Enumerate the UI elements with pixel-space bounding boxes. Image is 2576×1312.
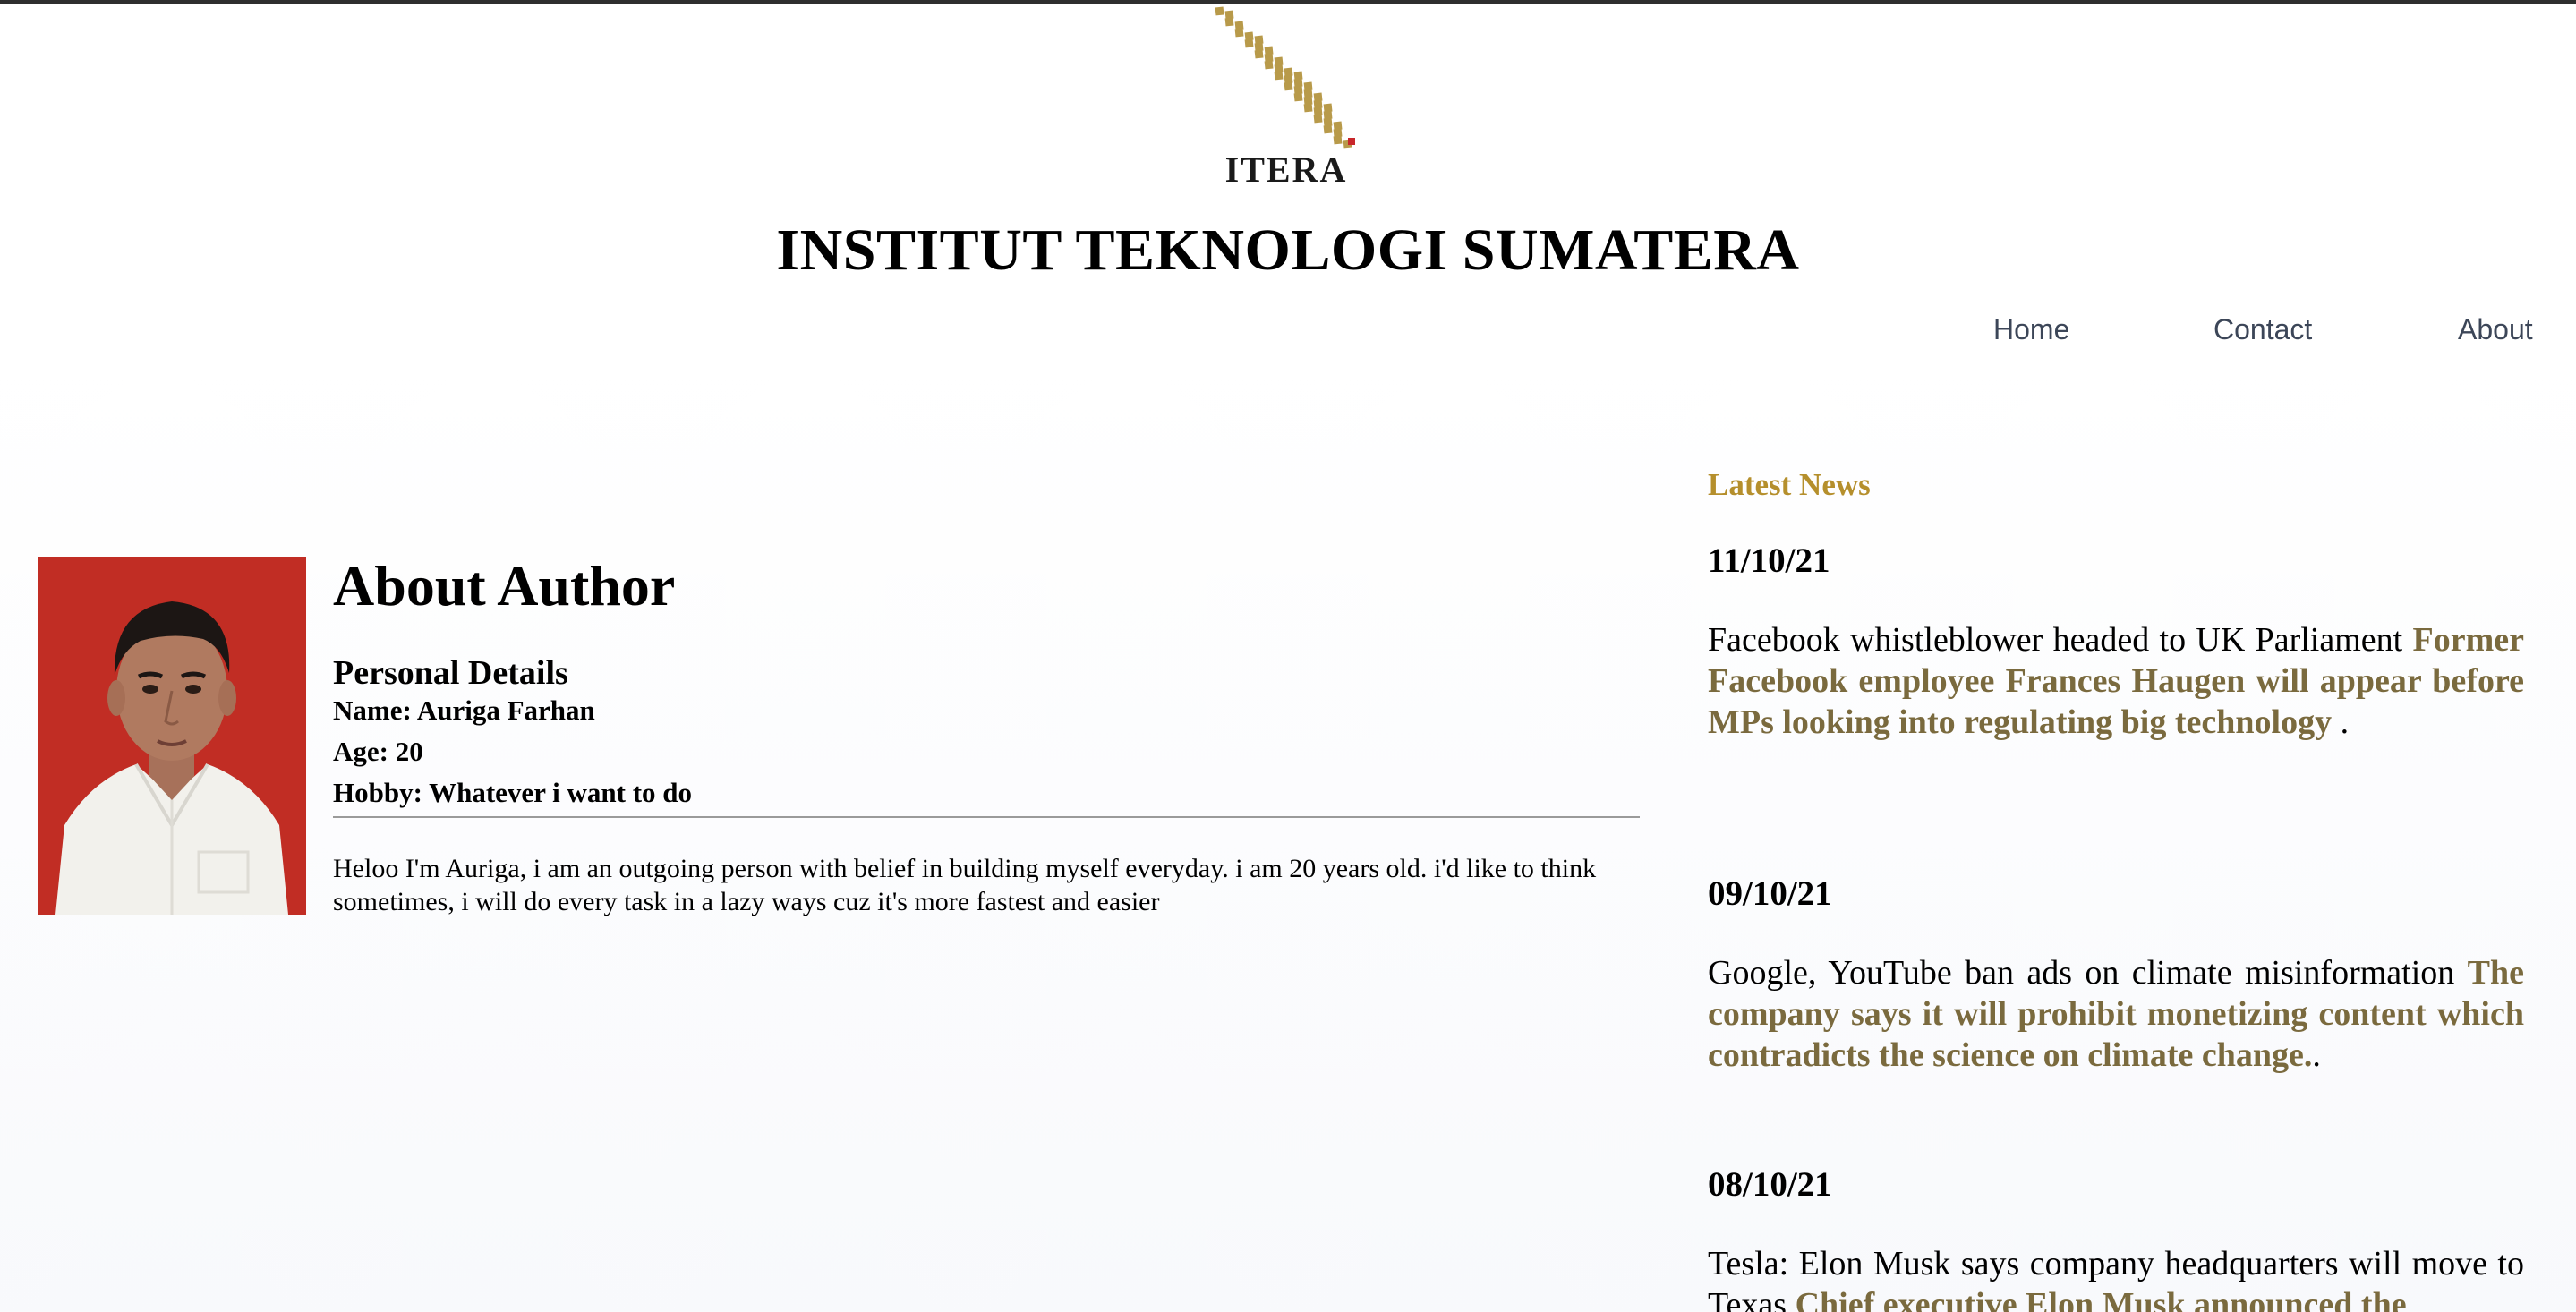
news-item: Facebook whistleblower headed to UK Parl… xyxy=(1708,619,2524,743)
author-name: Name: Auriga Farhan xyxy=(333,694,595,726)
latest-news-heading: Latest News xyxy=(1708,467,1871,502)
site-title: INSTITUT TEKNOLOGI SUMATERA xyxy=(776,217,1800,283)
author-hobby: Hobby: Whatever i want to do xyxy=(333,777,693,808)
news-end: . xyxy=(2332,703,2350,741)
news-summary-link[interactable]: Chief executive Elon Musk announced the xyxy=(1796,1286,2407,1312)
news-headline: Facebook whistleblower headed to UK Parl… xyxy=(1708,621,2403,659)
news-date: 11/10/21 xyxy=(1708,541,1830,580)
author-photo xyxy=(38,557,306,915)
news-date: 09/10/21 xyxy=(1708,874,1832,913)
personal-details-heading: Personal Details xyxy=(333,654,568,692)
logo-text: ITERA xyxy=(1224,149,1348,190)
author-age: Age: 20 xyxy=(333,736,423,767)
person-portrait-icon xyxy=(55,601,288,915)
nav-contact-link[interactable]: Contact xyxy=(2213,313,2312,346)
section-divider xyxy=(333,816,1640,818)
about-author-title: About Author xyxy=(333,554,676,618)
nav-home-link[interactable]: Home xyxy=(1993,313,2069,346)
news-end: . xyxy=(2312,1036,2321,1074)
news-item: Tesla: Elon Musk says company headquarte… xyxy=(1708,1243,2524,1312)
author-bio: Heloo I'm Auriga, i am an outgoing perso… xyxy=(333,854,1597,916)
news-item: Google, YouTube ban ads on climate misin… xyxy=(1708,952,2524,1076)
news-headline: Google, YouTube ban ads on climate misin… xyxy=(1708,954,2455,992)
nav-about-link[interactable]: About xyxy=(2458,313,2533,346)
news-date: 08/10/21 xyxy=(1708,1165,1832,1204)
logo-red-dot xyxy=(1348,138,1355,145)
